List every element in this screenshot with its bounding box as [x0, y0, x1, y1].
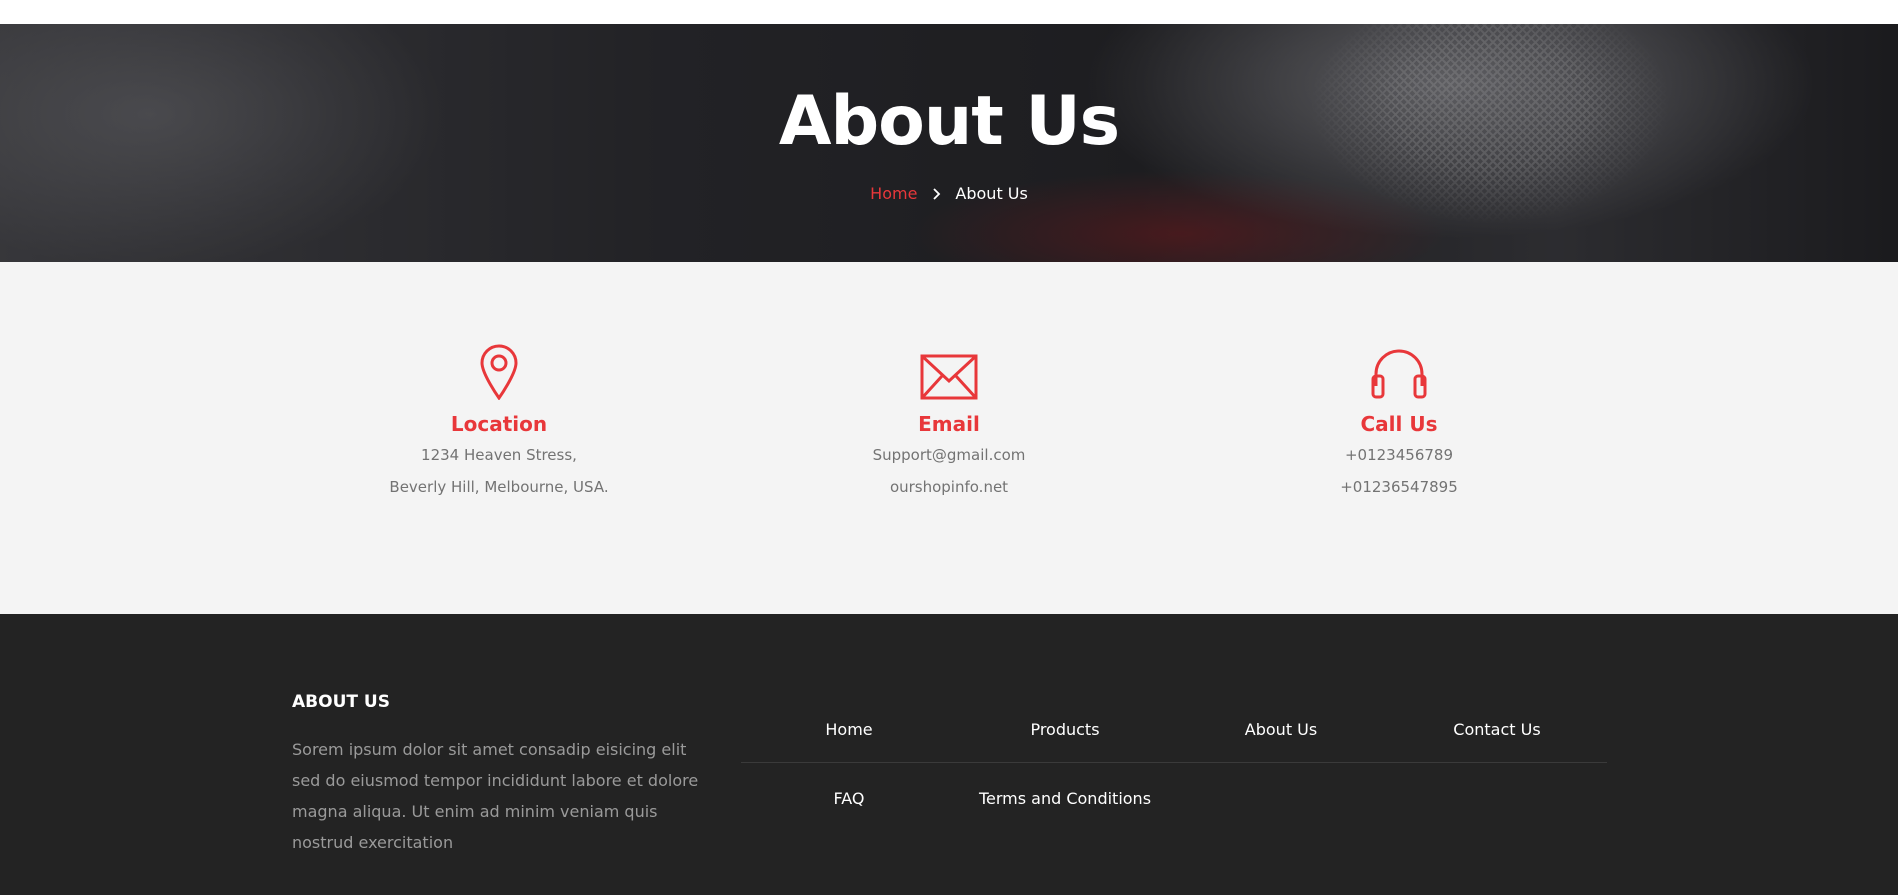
headphones-icon [1189, 342, 1609, 400]
footer-link-contact-us[interactable]: Contact Us [1389, 720, 1605, 739]
footer-link-home[interactable]: Home [741, 720, 957, 739]
contact-info-section: Location 1234 Heaven Stress, Beverly Hil… [0, 262, 1898, 614]
footer-heading: ABOUT US [292, 692, 390, 712]
footer-links-row-1: Home Products About Us Contact Us [741, 706, 1607, 752]
footer-link-about-us[interactable]: About Us [1173, 720, 1389, 739]
footer-link-faq[interactable]: FAQ [741, 789, 957, 808]
breadcrumb-home-link[interactable]: Home [870, 184, 917, 203]
call-title: Call Us [1360, 412, 1438, 436]
email-block: Email Support@gmail.com ourshopinfo.net [739, 342, 1159, 500]
email-title: Email [918, 412, 980, 436]
location-title: Location [450, 412, 548, 436]
footer-link-terms[interactable]: Terms and Conditions [957, 789, 1173, 808]
footer: ABOUT US Sorem ipsum dolor sit amet cons… [0, 614, 1898, 895]
hero-banner: About Us Home About Us [0, 24, 1898, 262]
location-line-2: Beverly Hill, Melbourne, USA. [389, 478, 609, 496]
chevron-right-icon [931, 187, 941, 200]
footer-about-text: Sorem ipsum dolor sit amet consadip eisi… [292, 740, 699, 852]
call-block: Call Us +0123456789 +01236547895 [1189, 342, 1609, 500]
breadcrumb: Home About Us [0, 184, 1898, 203]
footer-links-divider [741, 762, 1607, 763]
footer-link-products[interactable]: Products [957, 720, 1173, 739]
location-block: Location 1234 Heaven Stress, Beverly Hil… [289, 342, 709, 500]
top-bar [0, 0, 1898, 24]
breadcrumb-current: About Us [955, 184, 1028, 203]
location-line-1: 1234 Heaven Stress, [421, 446, 577, 464]
email-line-1: Support@gmail.com [872, 446, 1026, 464]
email-line-2: ourshopinfo.net [889, 478, 1009, 496]
location-pin-icon [289, 342, 709, 400]
call-line-1: +0123456789 [1344, 446, 1453, 464]
footer-links: Home Products About Us Contact Us FAQ Te… [741, 706, 1607, 821]
footer-links-row-2: FAQ Terms and Conditions [741, 775, 1607, 821]
page-title: About Us [778, 82, 1120, 161]
call-line-2: +01236547895 [1340, 478, 1458, 496]
envelope-icon [739, 342, 1159, 400]
